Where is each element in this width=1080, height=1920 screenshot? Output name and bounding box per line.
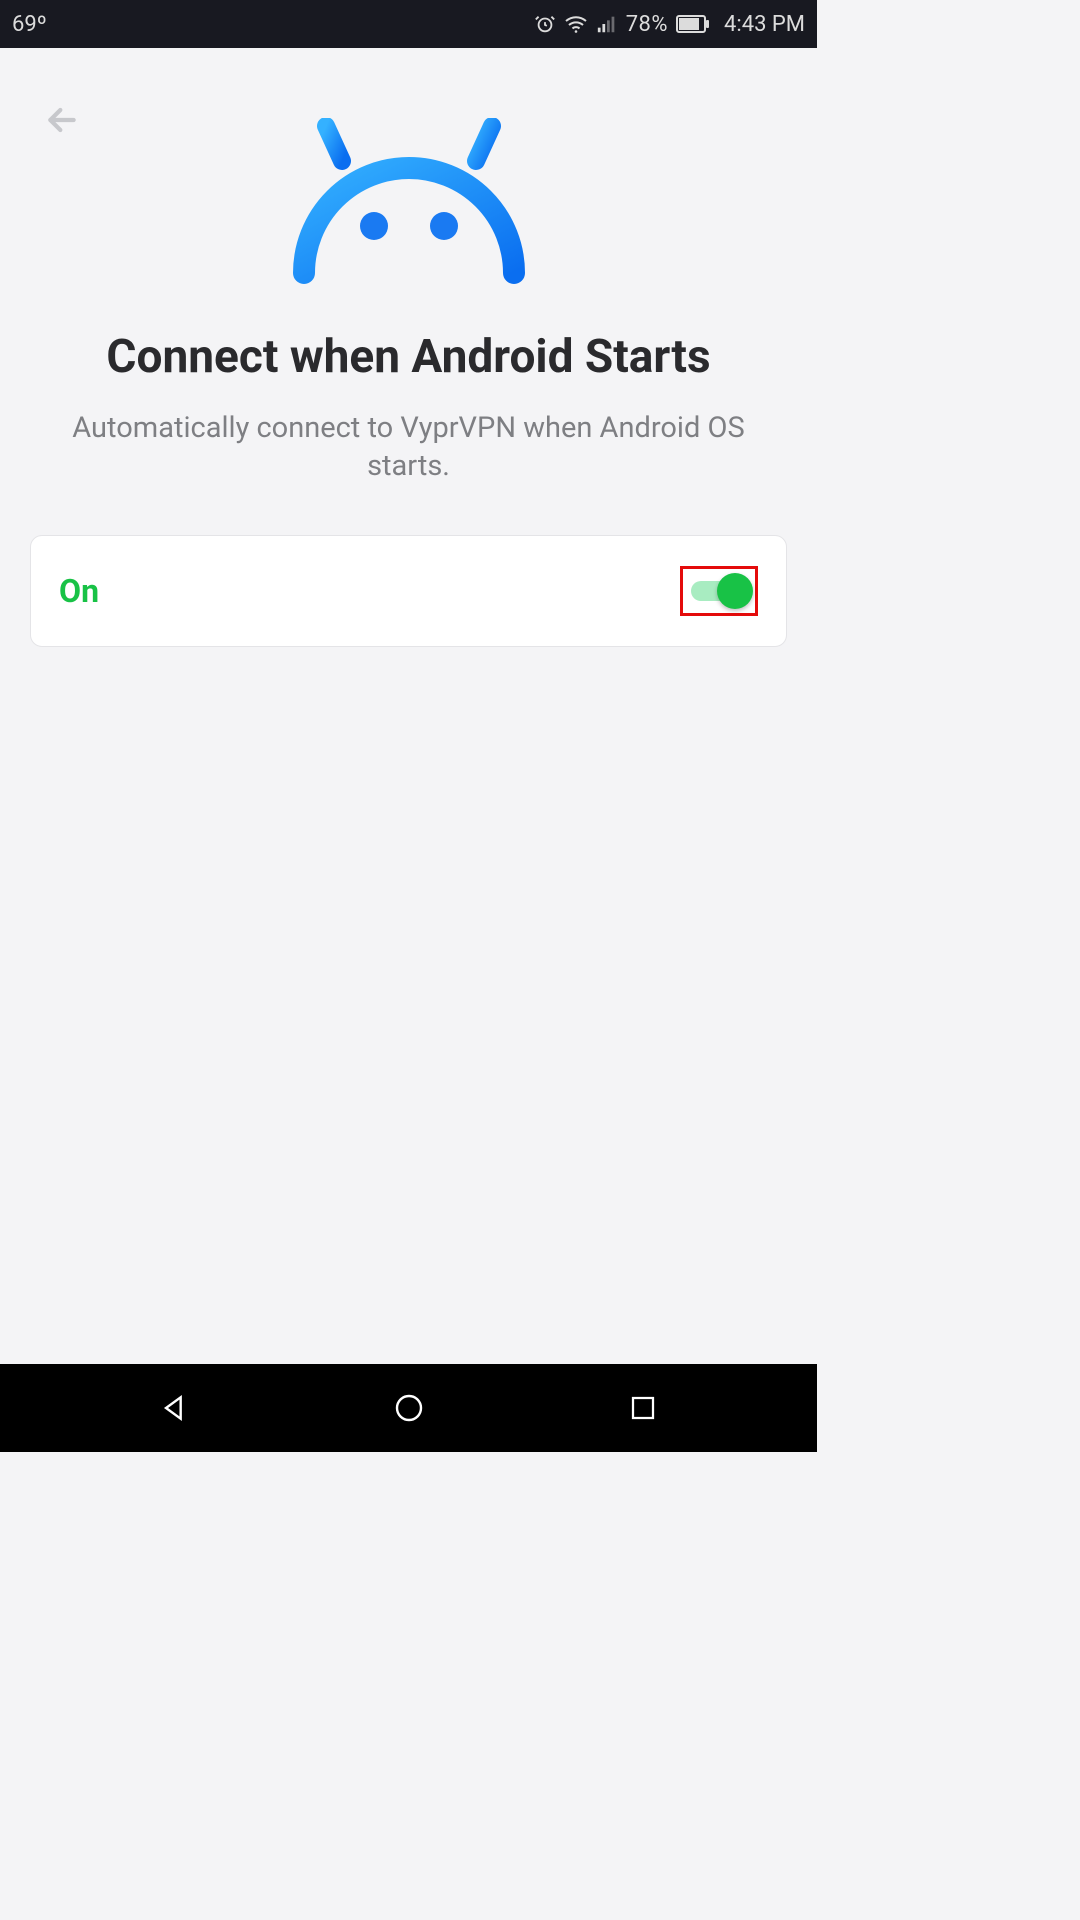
setting-card: On [30, 535, 787, 647]
status-temperature: 69º [12, 12, 47, 37]
status-bar: 69º 78% [0, 0, 817, 48]
page-subtitle: Automatically connect to VyprVPN when An… [30, 410, 787, 485]
nav-back-button[interactable] [114, 1364, 234, 1452]
arrow-left-icon [42, 100, 82, 140]
back-button[interactable] [38, 96, 86, 144]
circle-home-icon [393, 1392, 425, 1424]
nav-recent-button[interactable] [583, 1364, 703, 1452]
setting-toggle[interactable] [691, 573, 753, 609]
triangle-back-icon [158, 1392, 190, 1424]
battery-icon [676, 15, 710, 33]
page-title: Connect when Android Starts [106, 330, 710, 384]
android-icon [284, 118, 534, 292]
wifi-icon [564, 13, 588, 35]
highlight-annotation [680, 566, 758, 616]
alarm-icon [534, 13, 556, 35]
page-content: Connect when Android Starts Automaticall… [0, 48, 817, 1364]
setting-state-label: On [59, 572, 99, 610]
square-recent-icon [628, 1393, 658, 1423]
status-time: 4:43 PM [724, 12, 805, 37]
nav-home-button[interactable] [349, 1364, 469, 1452]
status-battery-percent: 78% [626, 12, 668, 37]
system-navigation-bar [0, 1364, 817, 1452]
signal-icon [596, 13, 618, 35]
